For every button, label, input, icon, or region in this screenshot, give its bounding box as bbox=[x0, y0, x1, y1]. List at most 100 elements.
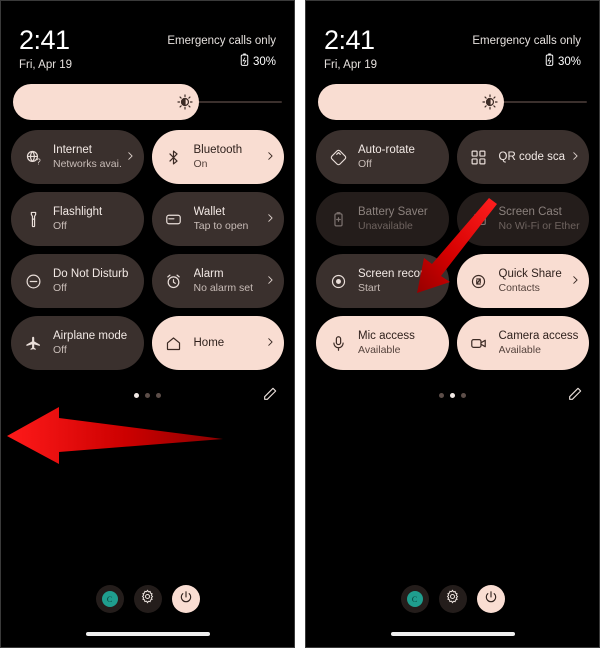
chevron-right-icon[interactable] bbox=[265, 272, 275, 290]
tile-alarm[interactable]: Alarm No alarm set bbox=[151, 254, 284, 308]
tile-title: Home bbox=[193, 337, 225, 349]
tile-internet[interactable]: ? Internet Networks avai.. bbox=[11, 130, 144, 184]
user-avatar-button[interactable]: C bbox=[400, 585, 429, 613]
settings-button[interactable] bbox=[133, 585, 162, 613]
tile-flashlight[interactable]: Flashlight Off bbox=[11, 192, 144, 246]
tile-airplane-mode[interactable]: Airplane mode Off bbox=[11, 316, 144, 370]
brightness-icon bbox=[177, 94, 193, 110]
wallet-icon bbox=[163, 208, 185, 230]
screenshot-stage: 2:41 Fri, Apr 19 Emergency calls only 30%? I… bbox=[0, 0, 600, 648]
tile-text: Camera access Available bbox=[499, 329, 581, 357]
tile-subtitle: Off bbox=[53, 220, 67, 232]
settings-button[interactable] bbox=[438, 585, 467, 613]
gear-icon bbox=[445, 589, 460, 609]
power-icon bbox=[179, 590, 193, 609]
home-gesture-bar[interactable] bbox=[390, 632, 515, 636]
tile-title: Battery Saver bbox=[358, 206, 428, 218]
tile-subtitle: Networks avai.. bbox=[53, 158, 121, 170]
tile-subtitle: Off bbox=[358, 158, 372, 170]
slider-fill bbox=[318, 84, 504, 120]
tile-subtitle: Unavailable bbox=[358, 220, 413, 232]
tile-subtitle: Off bbox=[53, 282, 67, 294]
tile-text: Airplane mode Off bbox=[53, 329, 135, 357]
user-avatar-button[interactable]: C bbox=[95, 585, 124, 613]
chevron-right-icon[interactable] bbox=[570, 148, 580, 166]
tile-home[interactable]: Home bbox=[151, 316, 284, 370]
page-dot[interactable] bbox=[450, 392, 455, 398]
tile-camera-access[interactable]: Camera access Available bbox=[456, 316, 589, 370]
tile-subtitle: No alarm set bbox=[193, 282, 254, 294]
page-dot[interactable] bbox=[439, 392, 444, 398]
brightness-icon bbox=[482, 94, 498, 110]
carrier-label: Emergency calls only bbox=[472, 35, 581, 47]
status-right: Emergency calls only 30% bbox=[167, 25, 276, 71]
pencil-edit-icon[interactable] bbox=[262, 386, 278, 402]
battery-status: 30% bbox=[167, 48, 276, 71]
tile-wallet[interactable]: Wallet Tap to open bbox=[151, 192, 284, 246]
page-indicator-row bbox=[1, 384, 294, 406]
panel-left: 2:41 Fri, Apr 19 Emergency calls only 30%? I… bbox=[0, 0, 295, 648]
page-dots bbox=[134, 392, 161, 398]
page-dot[interactable] bbox=[156, 392, 161, 398]
tile-subtitle: On bbox=[193, 158, 208, 170]
battery-icon bbox=[544, 53, 555, 71]
tile-text: Quick Share Contacts bbox=[499, 267, 567, 295]
tile-battery-saver[interactable]: Battery Saver Unavailable bbox=[316, 192, 449, 246]
quick-share-icon bbox=[468, 270, 490, 292]
page-dot[interactable] bbox=[134, 392, 139, 398]
brightness-slider-area bbox=[1, 72, 294, 120]
chevron-right-icon[interactable] bbox=[265, 148, 275, 166]
power-button[interactable] bbox=[171, 585, 200, 613]
date-label: Fri, Apr 19 bbox=[19, 59, 73, 71]
gear-icon bbox=[140, 589, 155, 609]
tile-title: Flashlight bbox=[53, 206, 103, 218]
camera-icon bbox=[468, 332, 490, 354]
tile-auto-rotate[interactable]: Auto-rotate Off bbox=[316, 130, 449, 184]
chevron-right-icon[interactable] bbox=[570, 272, 580, 290]
page-indicator-row bbox=[306, 384, 599, 406]
bottom-button-row: C bbox=[1, 585, 294, 613]
tile-qr-code-sca[interactable]: QR code sca.. bbox=[456, 130, 589, 184]
power-button[interactable] bbox=[476, 585, 505, 613]
clock-time: 2:41 bbox=[324, 25, 375, 55]
tile-title: Auto-rotate bbox=[358, 144, 415, 156]
status-bar: 2:41 Fri, Apr 19 Emergency calls only 30% bbox=[1, 1, 294, 72]
home-gesture-bar[interactable] bbox=[85, 632, 210, 636]
battery-status: 30% bbox=[472, 48, 581, 71]
power-icon bbox=[484, 590, 498, 609]
brightness-slider[interactable] bbox=[13, 84, 282, 120]
avatar-letter: C bbox=[106, 594, 113, 604]
avatar-icon: C bbox=[406, 591, 423, 607]
tile-text: Internet Networks avai.. bbox=[53, 143, 121, 171]
avatar-icon: C bbox=[101, 591, 118, 607]
page-dot[interactable] bbox=[461, 392, 466, 398]
tile-title: Mic access bbox=[358, 330, 415, 342]
tile-subtitle: Start bbox=[358, 282, 381, 294]
page-dot[interactable] bbox=[145, 392, 150, 398]
tile-do-not-disturb[interactable]: Do Not Disturb Off bbox=[11, 254, 144, 308]
tile-subtitle: No Wi-Fi or Ether.. bbox=[498, 220, 581, 232]
chevron-right-icon[interactable] bbox=[430, 272, 440, 290]
tile-subtitle: Available bbox=[498, 344, 541, 356]
swipe-left-arrow bbox=[1, 406, 241, 476]
tile-mic-access[interactable]: Mic access Available bbox=[316, 316, 449, 370]
pencil-edit-icon[interactable] bbox=[567, 386, 583, 402]
battery-icon bbox=[239, 53, 250, 71]
quick-settings-tiles: Auto-rotate Off QR code sca.. Battery Saver… bbox=[306, 120, 599, 370]
chevron-right-icon[interactable] bbox=[125, 148, 135, 166]
svg-text:?: ? bbox=[36, 157, 41, 165]
battery-saver-icon bbox=[327, 208, 349, 230]
tile-text: QR code sca.. bbox=[499, 146, 567, 168]
chevron-right-icon[interactable] bbox=[265, 210, 275, 228]
screen-cast-icon bbox=[468, 208, 490, 230]
chevron-right-icon[interactable] bbox=[265, 334, 275, 352]
tile-text: Home bbox=[194, 332, 262, 354]
tile-screen-cast[interactable]: Screen Cast No Wi-Fi or Ether.. bbox=[456, 192, 589, 246]
tile-screen-record[interactable]: Screen record Start bbox=[316, 254, 449, 308]
brightness-slider[interactable] bbox=[318, 84, 587, 120]
tile-title: Do Not Disturb bbox=[53, 268, 129, 280]
avatar-letter: C bbox=[411, 594, 418, 604]
tile-quick-share[interactable]: Quick Share Contacts bbox=[456, 254, 589, 308]
status-bar: 2:41 Fri, Apr 19 Emergency calls only 30% bbox=[306, 1, 599, 72]
tile-bluetooth[interactable]: Bluetooth On bbox=[151, 130, 284, 184]
